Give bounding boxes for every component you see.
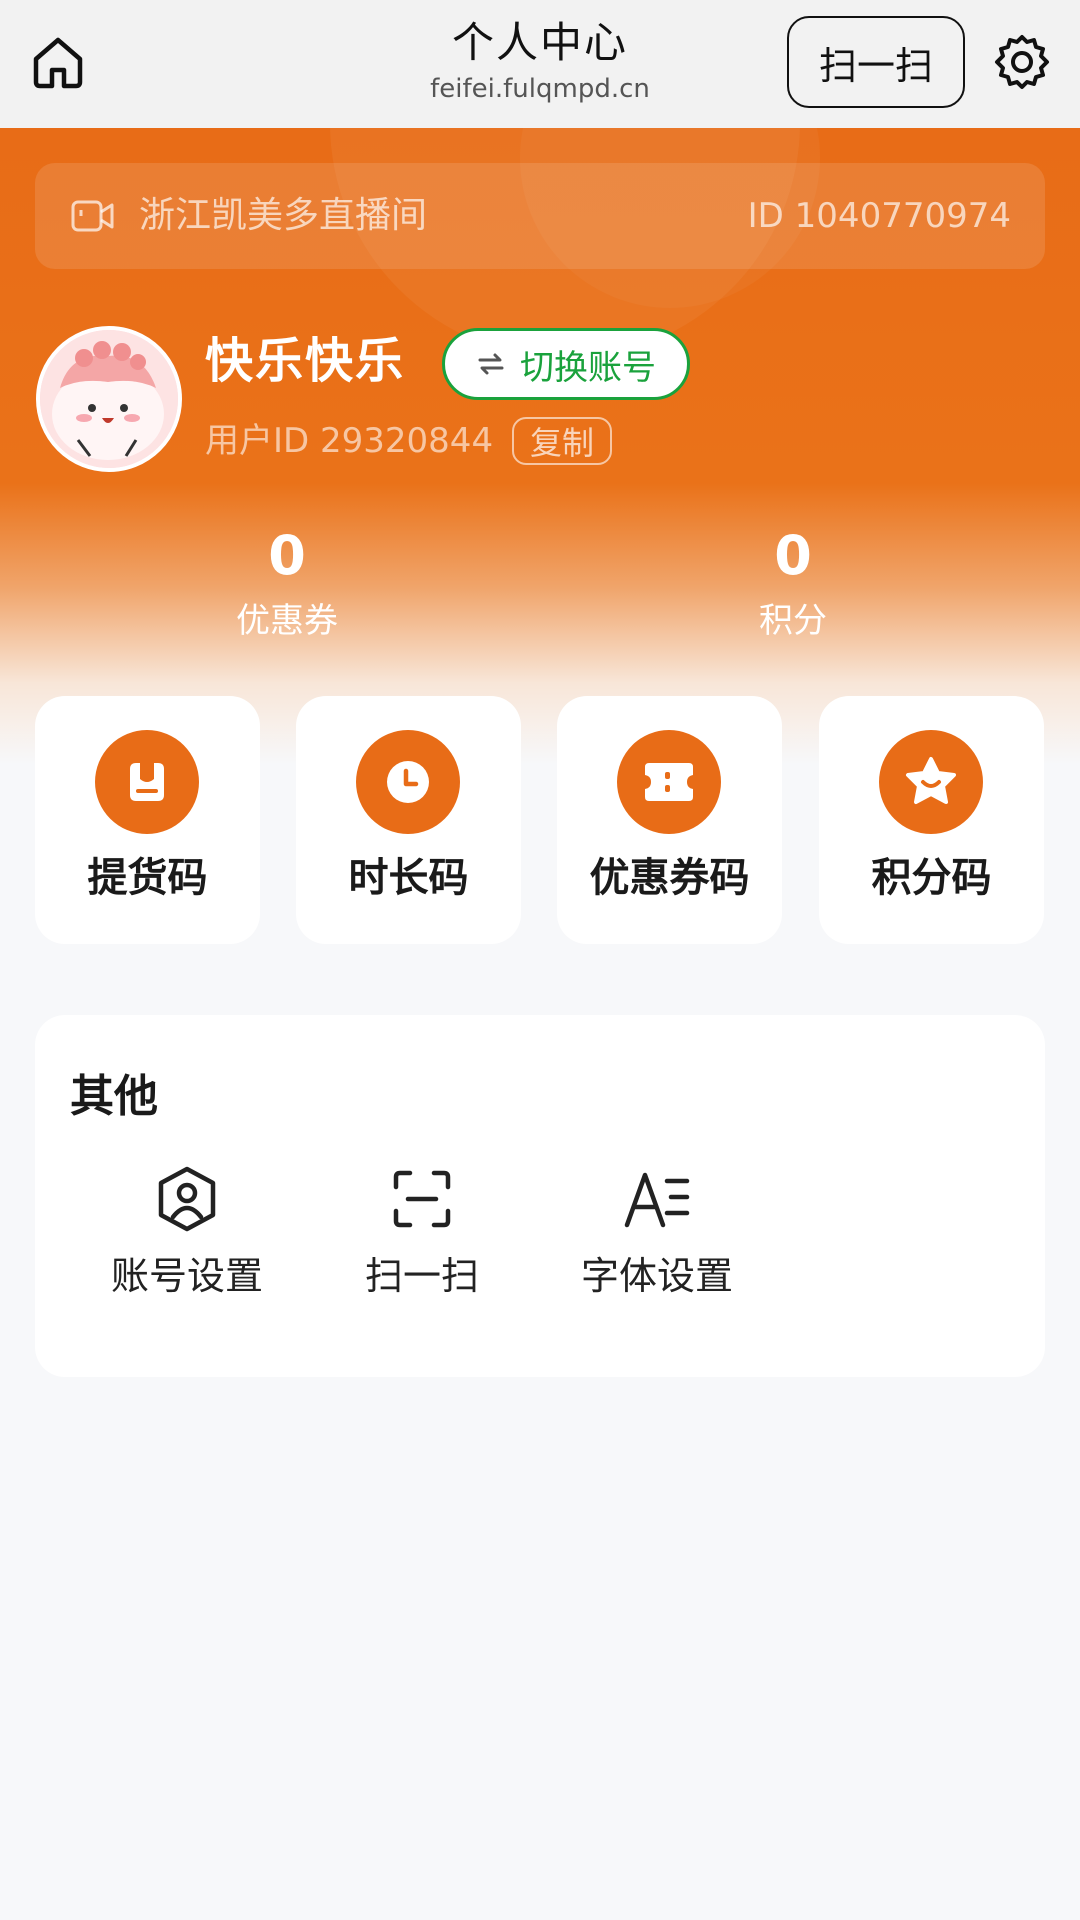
item-label: 扫一扫	[364, 1254, 479, 1298]
gear-icon	[995, 35, 1049, 89]
username: 快乐快乐	[205, 333, 406, 389]
code-icon-circle	[95, 730, 199, 834]
code-label: 时长码	[348, 855, 469, 901]
item-label: 账号设置	[110, 1254, 263, 1298]
switch-account-label: 切换账号	[520, 347, 656, 388]
scan-item[interactable]: 扫一扫	[322, 1163, 522, 1303]
code-icon-circle	[617, 730, 721, 834]
code-icon-circle	[356, 730, 460, 834]
avatar[interactable]	[36, 326, 182, 472]
settings-button[interactable]	[990, 30, 1054, 94]
code-label: 提货码	[87, 855, 208, 901]
pickup-code-card[interactable]: 提货码	[35, 696, 260, 944]
points-code-card[interactable]: 积分码	[819, 696, 1044, 944]
user-id: 用户ID 29320844	[205, 421, 494, 461]
live-room-name: 浙江凯美多直播间	[139, 195, 428, 236]
item-label: 字体设置	[580, 1254, 733, 1298]
other-panel: 其他 账号设置 扫一扫 字体设置	[35, 1015, 1045, 1377]
avatar-image	[40, 330, 178, 468]
switch-account-button[interactable]: 切换账号	[442, 328, 690, 400]
scan-button[interactable]: 扫一扫	[787, 16, 965, 108]
stat-label: 优惠券	[236, 601, 338, 641]
stat-value: 0	[774, 524, 812, 587]
code-label: 积分码	[871, 855, 992, 901]
font-size-icon	[624, 1172, 690, 1228]
swap-arrows-icon	[478, 353, 504, 375]
ticket-icon	[645, 763, 693, 801]
video-camera-icon	[71, 200, 114, 232]
live-room-bar[interactable]: 浙江凯美多直播间 ID 1040770974	[35, 163, 1045, 269]
star-icon	[906, 757, 956, 804]
user-hexagon-icon	[158, 1166, 216, 1232]
code-label: 优惠券码	[589, 855, 750, 901]
copy-id-button[interactable]: 复制	[512, 417, 612, 465]
stat-points[interactable]: 0 积分	[663, 521, 923, 645]
account-settings-item[interactable]: 账号设置	[87, 1163, 287, 1303]
live-room-id: ID 1040770974	[747, 196, 1011, 236]
code-icon-circle	[879, 730, 983, 834]
clock-icon	[387, 761, 429, 803]
scan-icon	[393, 1170, 451, 1228]
section-title: 其他	[70, 1071, 158, 1122]
top-bar: 个人中心 feifei.fulqmpd.cn 扫一扫	[0, 0, 1080, 128]
pickup-bag-icon	[130, 763, 164, 801]
stat-value: 0	[268, 524, 306, 587]
font-settings-item[interactable]: 字体设置	[557, 1163, 757, 1303]
stat-coupons[interactable]: 0 优惠券	[157, 521, 417, 645]
stat-label: 积分	[759, 601, 827, 641]
duration-code-card[interactable]: 时长码	[296, 696, 521, 944]
coupon-code-card[interactable]: 优惠券码	[557, 696, 782, 944]
